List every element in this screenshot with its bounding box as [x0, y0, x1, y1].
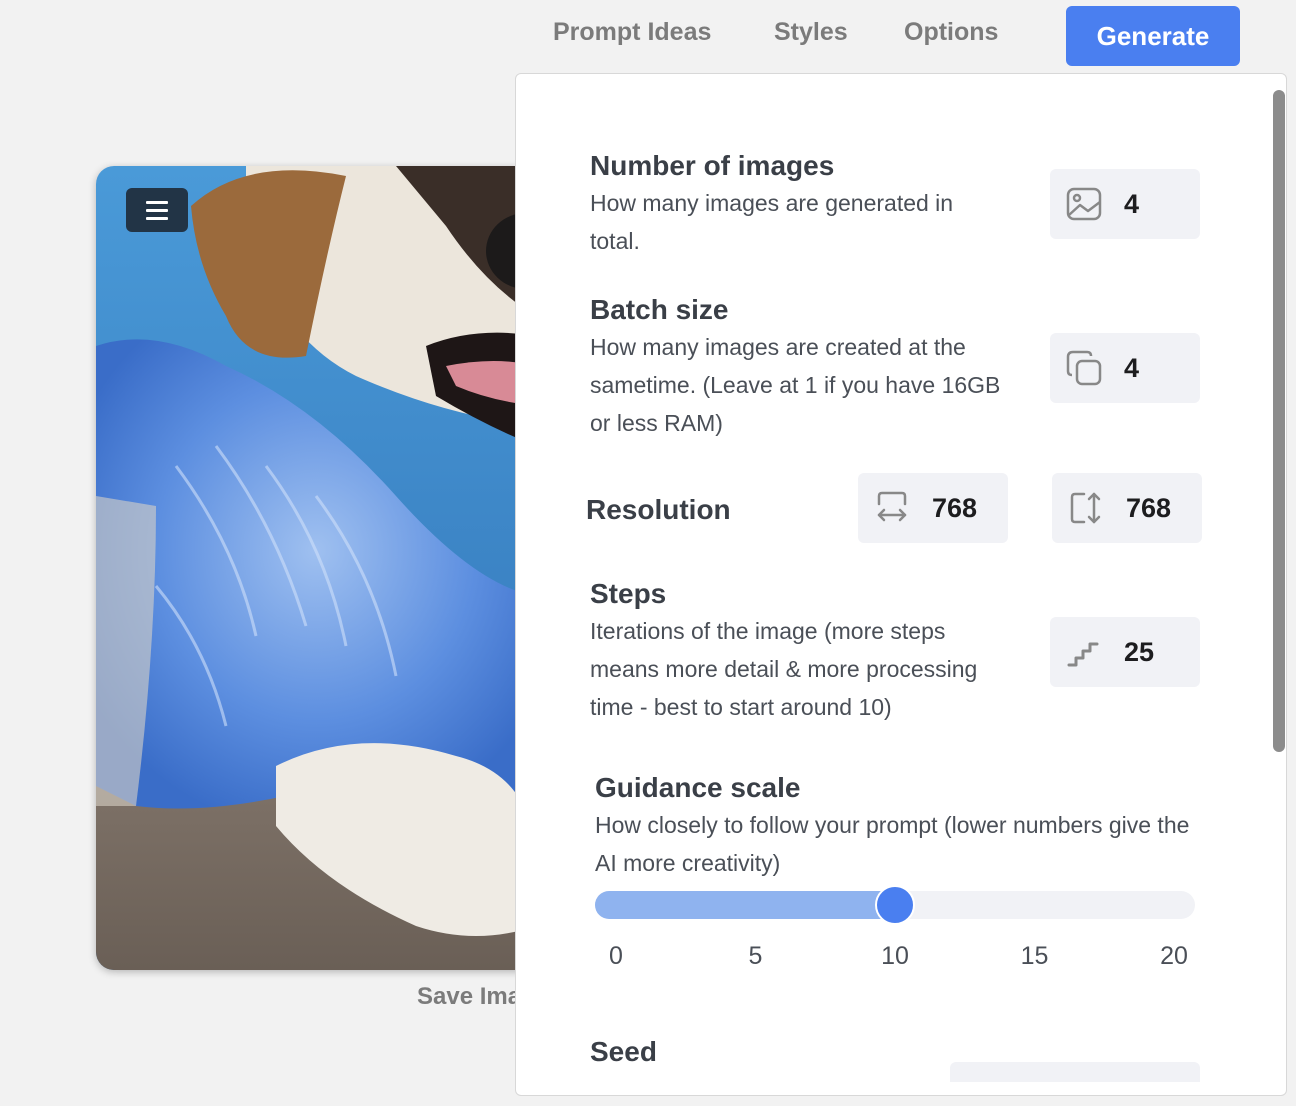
- seed-input[interactable]: [950, 1062, 1200, 1082]
- hamburger-icon: [146, 200, 168, 204]
- slider-tick-label: 10: [881, 942, 909, 970]
- steps-value: 25: [1124, 636, 1155, 667]
- width-arrows-icon: [874, 490, 910, 526]
- save-image-button[interactable]: Save Ima: [417, 983, 521, 1011]
- resolution-title: Resolution: [586, 494, 731, 525]
- guidance-scale-description: How closely to follow your prompt (lower…: [595, 812, 1190, 876]
- batch-size-title: Batch size: [590, 294, 729, 325]
- slider-fill: [595, 891, 895, 919]
- panel-scrollbar[interactable]: [1273, 90, 1285, 752]
- num-images-description: How many images are generated in total.: [590, 190, 954, 254]
- resolution-width-value: 768: [932, 492, 978, 523]
- num-images-value: 4: [1124, 188, 1140, 219]
- generate-button[interactable]: Generate: [1066, 6, 1240, 66]
- slider-tick-label: 5: [748, 942, 763, 970]
- slider-thumb[interactable]: [875, 885, 915, 925]
- nav-options[interactable]: Options: [904, 18, 998, 47]
- copy-icon: [1066, 350, 1102, 386]
- image-icon: [1066, 186, 1102, 222]
- steps-title: Steps: [590, 578, 667, 609]
- slider-tick-label: 0: [609, 942, 623, 970]
- resolution-height-input[interactable]: 768: [1052, 473, 1202, 543]
- resolution-width-input[interactable]: 768: [858, 473, 1008, 543]
- steps-description: Iterations of the image (more steps mean…: [590, 618, 978, 720]
- batch-size-value: 4: [1124, 352, 1140, 383]
- guidance-scale-title: Guidance scale: [595, 772, 801, 803]
- num-images-input[interactable]: 4: [1050, 169, 1200, 239]
- batch-size-input[interactable]: 4: [1050, 333, 1200, 403]
- steps-input[interactable]: 25: [1050, 617, 1200, 687]
- stairs-icon: [1066, 634, 1102, 670]
- options-panel: Number of images How many images are gen…: [515, 73, 1287, 1096]
- nav-styles[interactable]: Styles: [774, 18, 848, 47]
- menu-button[interactable]: [126, 188, 188, 232]
- num-images-title: Number of images: [590, 150, 835, 181]
- slider-tick-label: 20: [1160, 942, 1188, 970]
- generated-image[interactable]: [96, 166, 536, 970]
- height-arrows-icon: [1068, 490, 1104, 526]
- generated-image-card: [96, 166, 536, 970]
- slider-tick-label: 15: [1020, 942, 1049, 970]
- guidance-scale-slider[interactable]: [595, 885, 1195, 925]
- batch-size-description: How many images are created at the samet…: [590, 334, 1001, 436]
- resolution-height-value: 768: [1126, 492, 1172, 523]
- seed-title: Seed: [590, 1036, 657, 1067]
- nav-prompt-ideas[interactable]: Prompt Ideas: [553, 18, 711, 47]
